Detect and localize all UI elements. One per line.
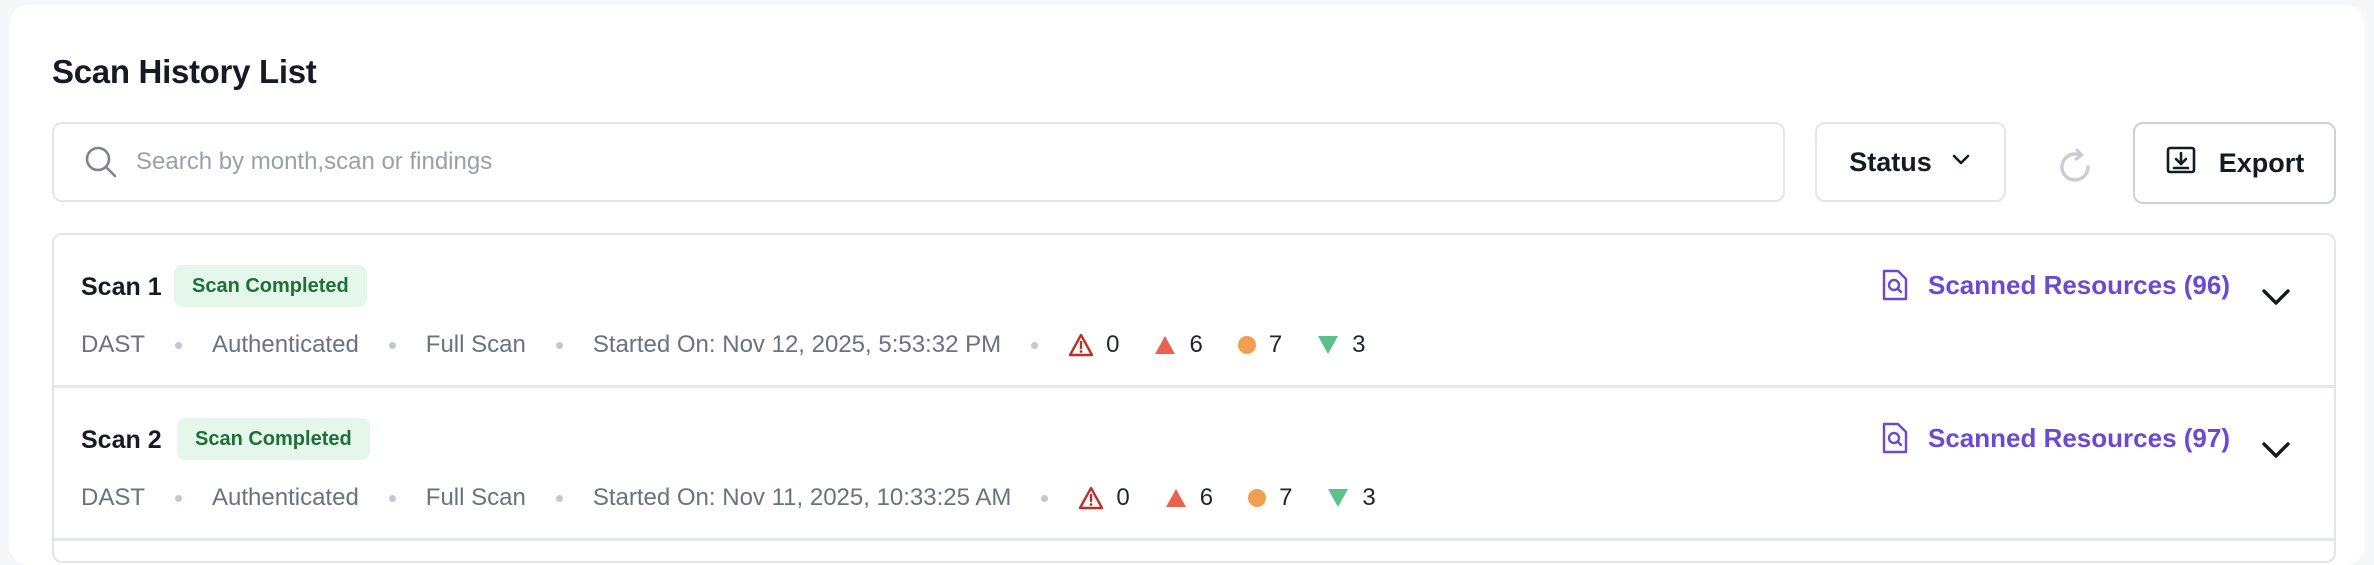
scanned-resources-label: Scanned Resources (96)	[1927, 269, 2230, 300]
low-count: 3	[1316, 331, 1366, 359]
chevron-down-icon[interactable]	[2258, 279, 2294, 315]
triangle-down-icon	[1328, 489, 1349, 507]
scan-started: Started On: Nov 12, 2025, 5:53:32 PM	[592, 331, 1002, 358]
scan-name: Scan 1	[81, 273, 162, 301]
scan-auth: Authenticated	[212, 331, 359, 358]
scan-type: DAST	[81, 484, 146, 511]
scan-list: Scan 1 Scan Completed DAST Authenticated…	[52, 233, 2336, 563]
chevron-down-icon	[1950, 147, 1972, 178]
high-count: 6	[1153, 331, 1203, 359]
circle-icon	[1248, 489, 1267, 507]
medium-count: 7	[1247, 484, 1292, 512]
export-label: Export	[2218, 147, 2305, 178]
low-count: 3	[1326, 484, 1376, 512]
medium-count: 7	[1237, 331, 1282, 359]
warning-triangle-outline-icon	[1079, 486, 1104, 510]
scan-mode: Full Scan	[425, 484, 526, 511]
triangle-up-icon	[1155, 336, 1176, 354]
search-input[interactable]	[136, 148, 1636, 176]
triangle-up-icon	[1165, 489, 1186, 507]
triangle-down-icon	[1318, 336, 1339, 354]
status-badge: Scan Completed	[174, 265, 367, 307]
search-icon	[82, 143, 120, 181]
circle-icon	[1237, 336, 1256, 354]
scanned-resources-link[interactable]: Scanned Resources (97)	[1880, 422, 2230, 454]
document-search-icon	[1882, 269, 1908, 301]
scan-row[interactable]: Scan 1 Scan Completed DAST Authenticated…	[54, 235, 2334, 388]
separator-dot	[175, 341, 183, 349]
scanned-resources-label: Scanned Resources (97)	[1927, 422, 2230, 453]
scanned-resources-link[interactable]: Scanned Resources (96)	[1880, 269, 2230, 301]
chevron-down-icon[interactable]	[2258, 432, 2294, 468]
separator-dot	[1041, 494, 1049, 502]
export-button[interactable]: Export	[2133, 122, 2336, 204]
separator-dot	[388, 494, 396, 502]
warning-triangle-outline-icon	[1068, 333, 1094, 357]
scan-row[interactable]: Scan 2 Scan Completed DAST Authenticated…	[54, 388, 2334, 541]
separator-dot	[388, 341, 396, 349]
refresh-icon[interactable]	[2055, 147, 2095, 187]
scan-type: DAST	[81, 331, 146, 358]
scan-meta: DAST Authenticated Full Scan Started On:…	[81, 478, 1410, 518]
status-badge: Scan Completed	[177, 418, 370, 460]
critical-count: 0	[1078, 484, 1130, 512]
scan-name: Scan 2	[81, 426, 162, 454]
critical-count: 0	[1068, 331, 1119, 359]
scan-history-card: Scan History List Status	[9, 5, 2365, 565]
scan-auth: Authenticated	[212, 484, 359, 511]
document-search-icon	[1882, 422, 1908, 454]
scan-meta: DAST Authenticated Full Scan Started On:…	[81, 325, 1400, 365]
page-title: Scan History List	[52, 53, 317, 90]
separator-dot	[555, 494, 563, 502]
status-filter-button[interactable]: Status	[1815, 122, 2006, 202]
scan-mode: Full Scan	[425, 331, 526, 358]
separator-dot	[1031, 341, 1039, 349]
scan-started: Started On: Nov 11, 2025, 10:33:25 AM	[592, 484, 1012, 511]
separator-dot	[555, 341, 563, 349]
export-icon	[2165, 144, 2197, 183]
separator-dot	[175, 494, 183, 502]
search-box[interactable]	[52, 122, 1785, 202]
high-count: 6	[1164, 484, 1213, 512]
status-filter-label: Status	[1849, 146, 1932, 177]
